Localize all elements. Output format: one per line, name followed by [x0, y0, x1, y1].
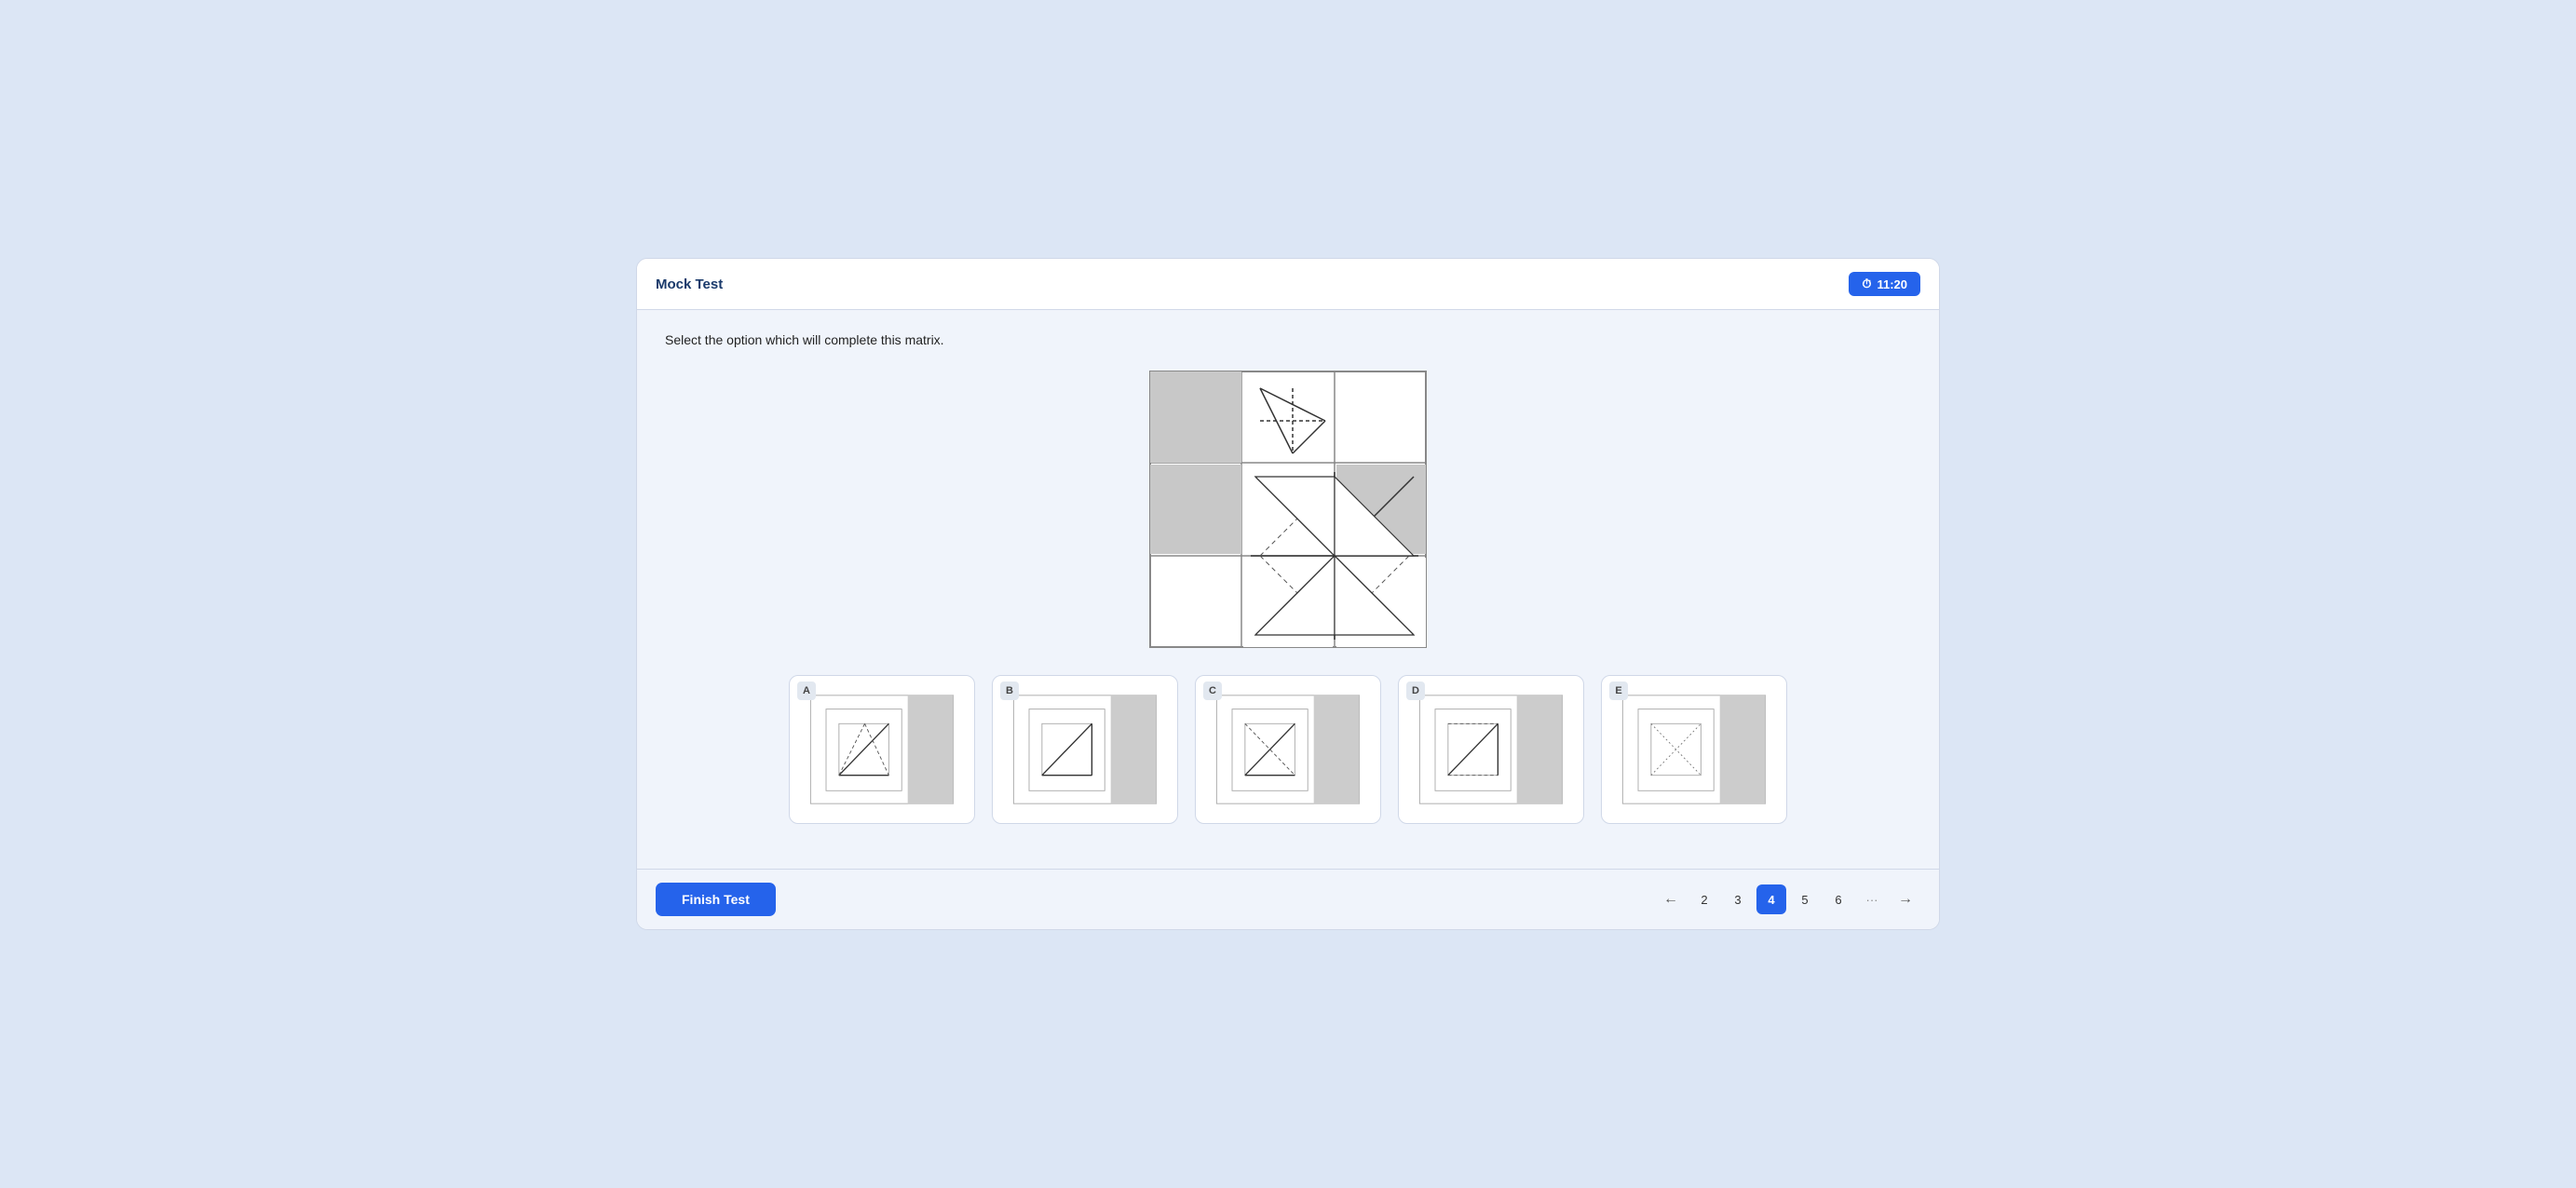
main-container: Mock Test ⏱ 11:20 Select the option whic… [636, 258, 1940, 930]
header: Mock Test ⏱ 11:20 [637, 259, 1939, 310]
option-b[interactable]: B [992, 675, 1178, 824]
pagination-dots: ··· [1857, 884, 1887, 914]
options-row: A B [665, 675, 1911, 824]
option-c[interactable]: C [1195, 675, 1381, 824]
option-a[interactable]: A [789, 675, 975, 824]
question-text: Select the option which will complete th… [665, 332, 1911, 347]
option-e[interactable]: E [1601, 675, 1787, 824]
option-e-label: E [1609, 682, 1628, 700]
pagination: ← 2 3 4 5 6 ··· → [1656, 884, 1920, 914]
page-6-button[interactable]: 6 [1824, 884, 1853, 914]
footer: Finish Test ← 2 3 4 5 6 ··· → [637, 869, 1939, 929]
timer-badge: ⏱ 11:20 [1849, 272, 1920, 296]
test-title: Mock Test [656, 277, 723, 292]
page-3-button[interactable]: 3 [1723, 884, 1753, 914]
page-4-button[interactable]: 4 [1756, 884, 1786, 914]
finish-test-button[interactable]: Finish Test [656, 883, 776, 916]
timer-value: 11:20 [1877, 277, 1907, 291]
option-c-label: C [1203, 682, 1222, 700]
option-d-label: D [1406, 682, 1425, 700]
content-area: Select the option which will complete th… [637, 310, 1939, 869]
option-d[interactable]: D [1398, 675, 1584, 824]
page-5-button[interactable]: 5 [1790, 884, 1820, 914]
option-b-label: B [1000, 682, 1019, 700]
page-2-button[interactable]: 2 [1689, 884, 1719, 914]
matrix-wrapper: ? [665, 370, 1911, 649]
prev-page-button[interactable]: ← [1656, 884, 1686, 914]
next-page-button[interactable]: → [1891, 884, 1920, 914]
clock-icon: ⏱ [1862, 277, 1871, 291]
option-a-label: A [797, 682, 816, 700]
matrix-image: ? [1148, 370, 1428, 649]
